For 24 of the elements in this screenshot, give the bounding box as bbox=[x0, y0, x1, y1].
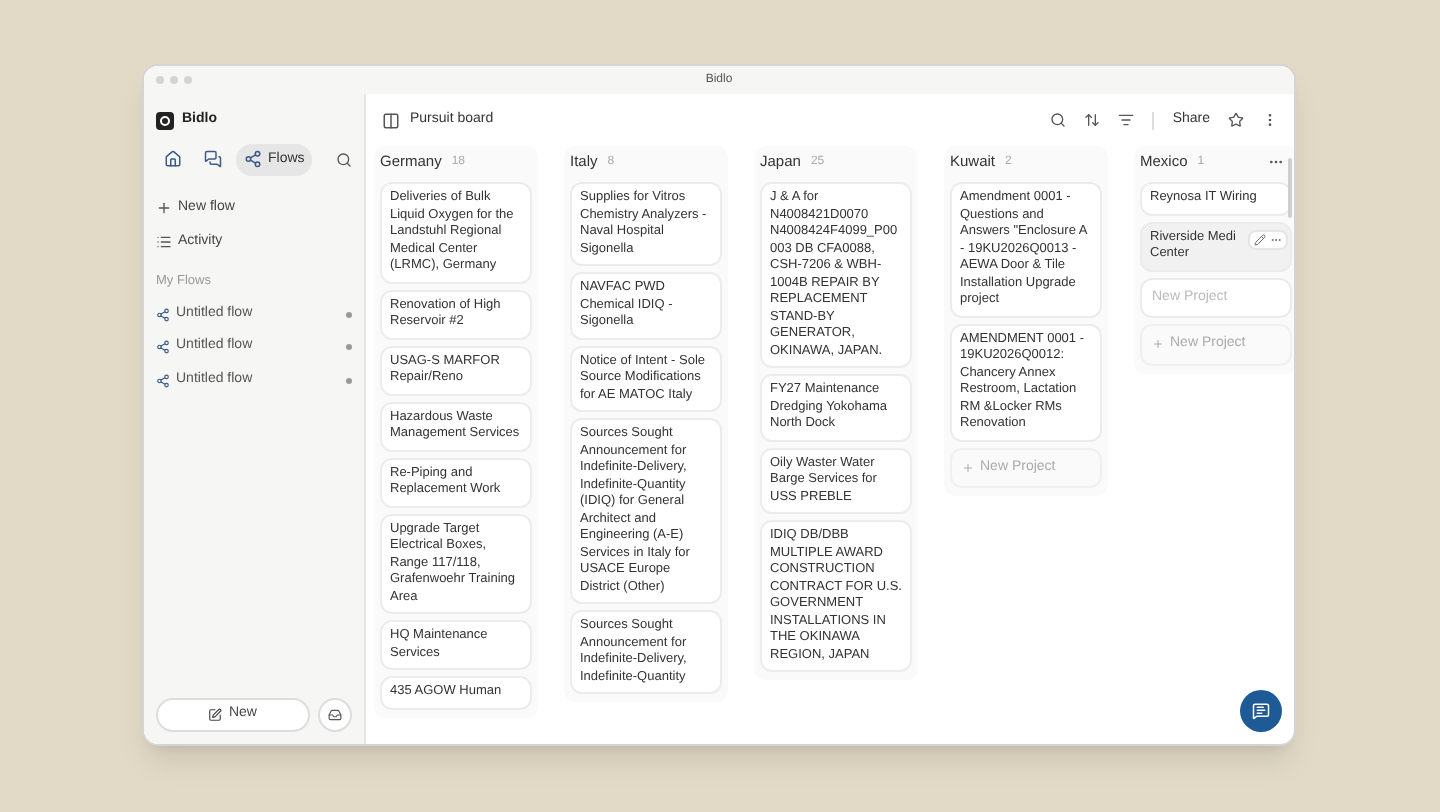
plus-icon bbox=[1152, 338, 1164, 351]
logo-icon bbox=[156, 111, 174, 130]
list-icon bbox=[156, 233, 172, 250]
board-icon bbox=[382, 111, 400, 129]
edit-icon[interactable] bbox=[1254, 233, 1266, 245]
plus-icon bbox=[156, 200, 172, 217]
chat-icon bbox=[204, 150, 222, 169]
inbox-button[interactable] bbox=[318, 698, 352, 732]
plus-icon bbox=[962, 461, 974, 474]
star-icon[interactable] bbox=[1228, 112, 1244, 128]
chat-icon bbox=[1252, 702, 1270, 720]
flow-icon bbox=[156, 307, 170, 321]
search-icon[interactable] bbox=[1050, 112, 1067, 128]
vertical-scrollbar[interactable] bbox=[1288, 158, 1292, 218]
home-icon bbox=[164, 150, 182, 169]
flows-icon bbox=[244, 150, 262, 169]
search-icon[interactable] bbox=[336, 151, 352, 168]
compose-icon bbox=[208, 708, 223, 722]
flow-icon bbox=[156, 340, 170, 354]
filter-icon[interactable] bbox=[1118, 112, 1135, 128]
flow-icon bbox=[156, 373, 170, 387]
chat-button[interactable] bbox=[1240, 690, 1282, 732]
sort-icon[interactable] bbox=[1084, 112, 1101, 128]
inbox-icon bbox=[328, 708, 342, 722]
